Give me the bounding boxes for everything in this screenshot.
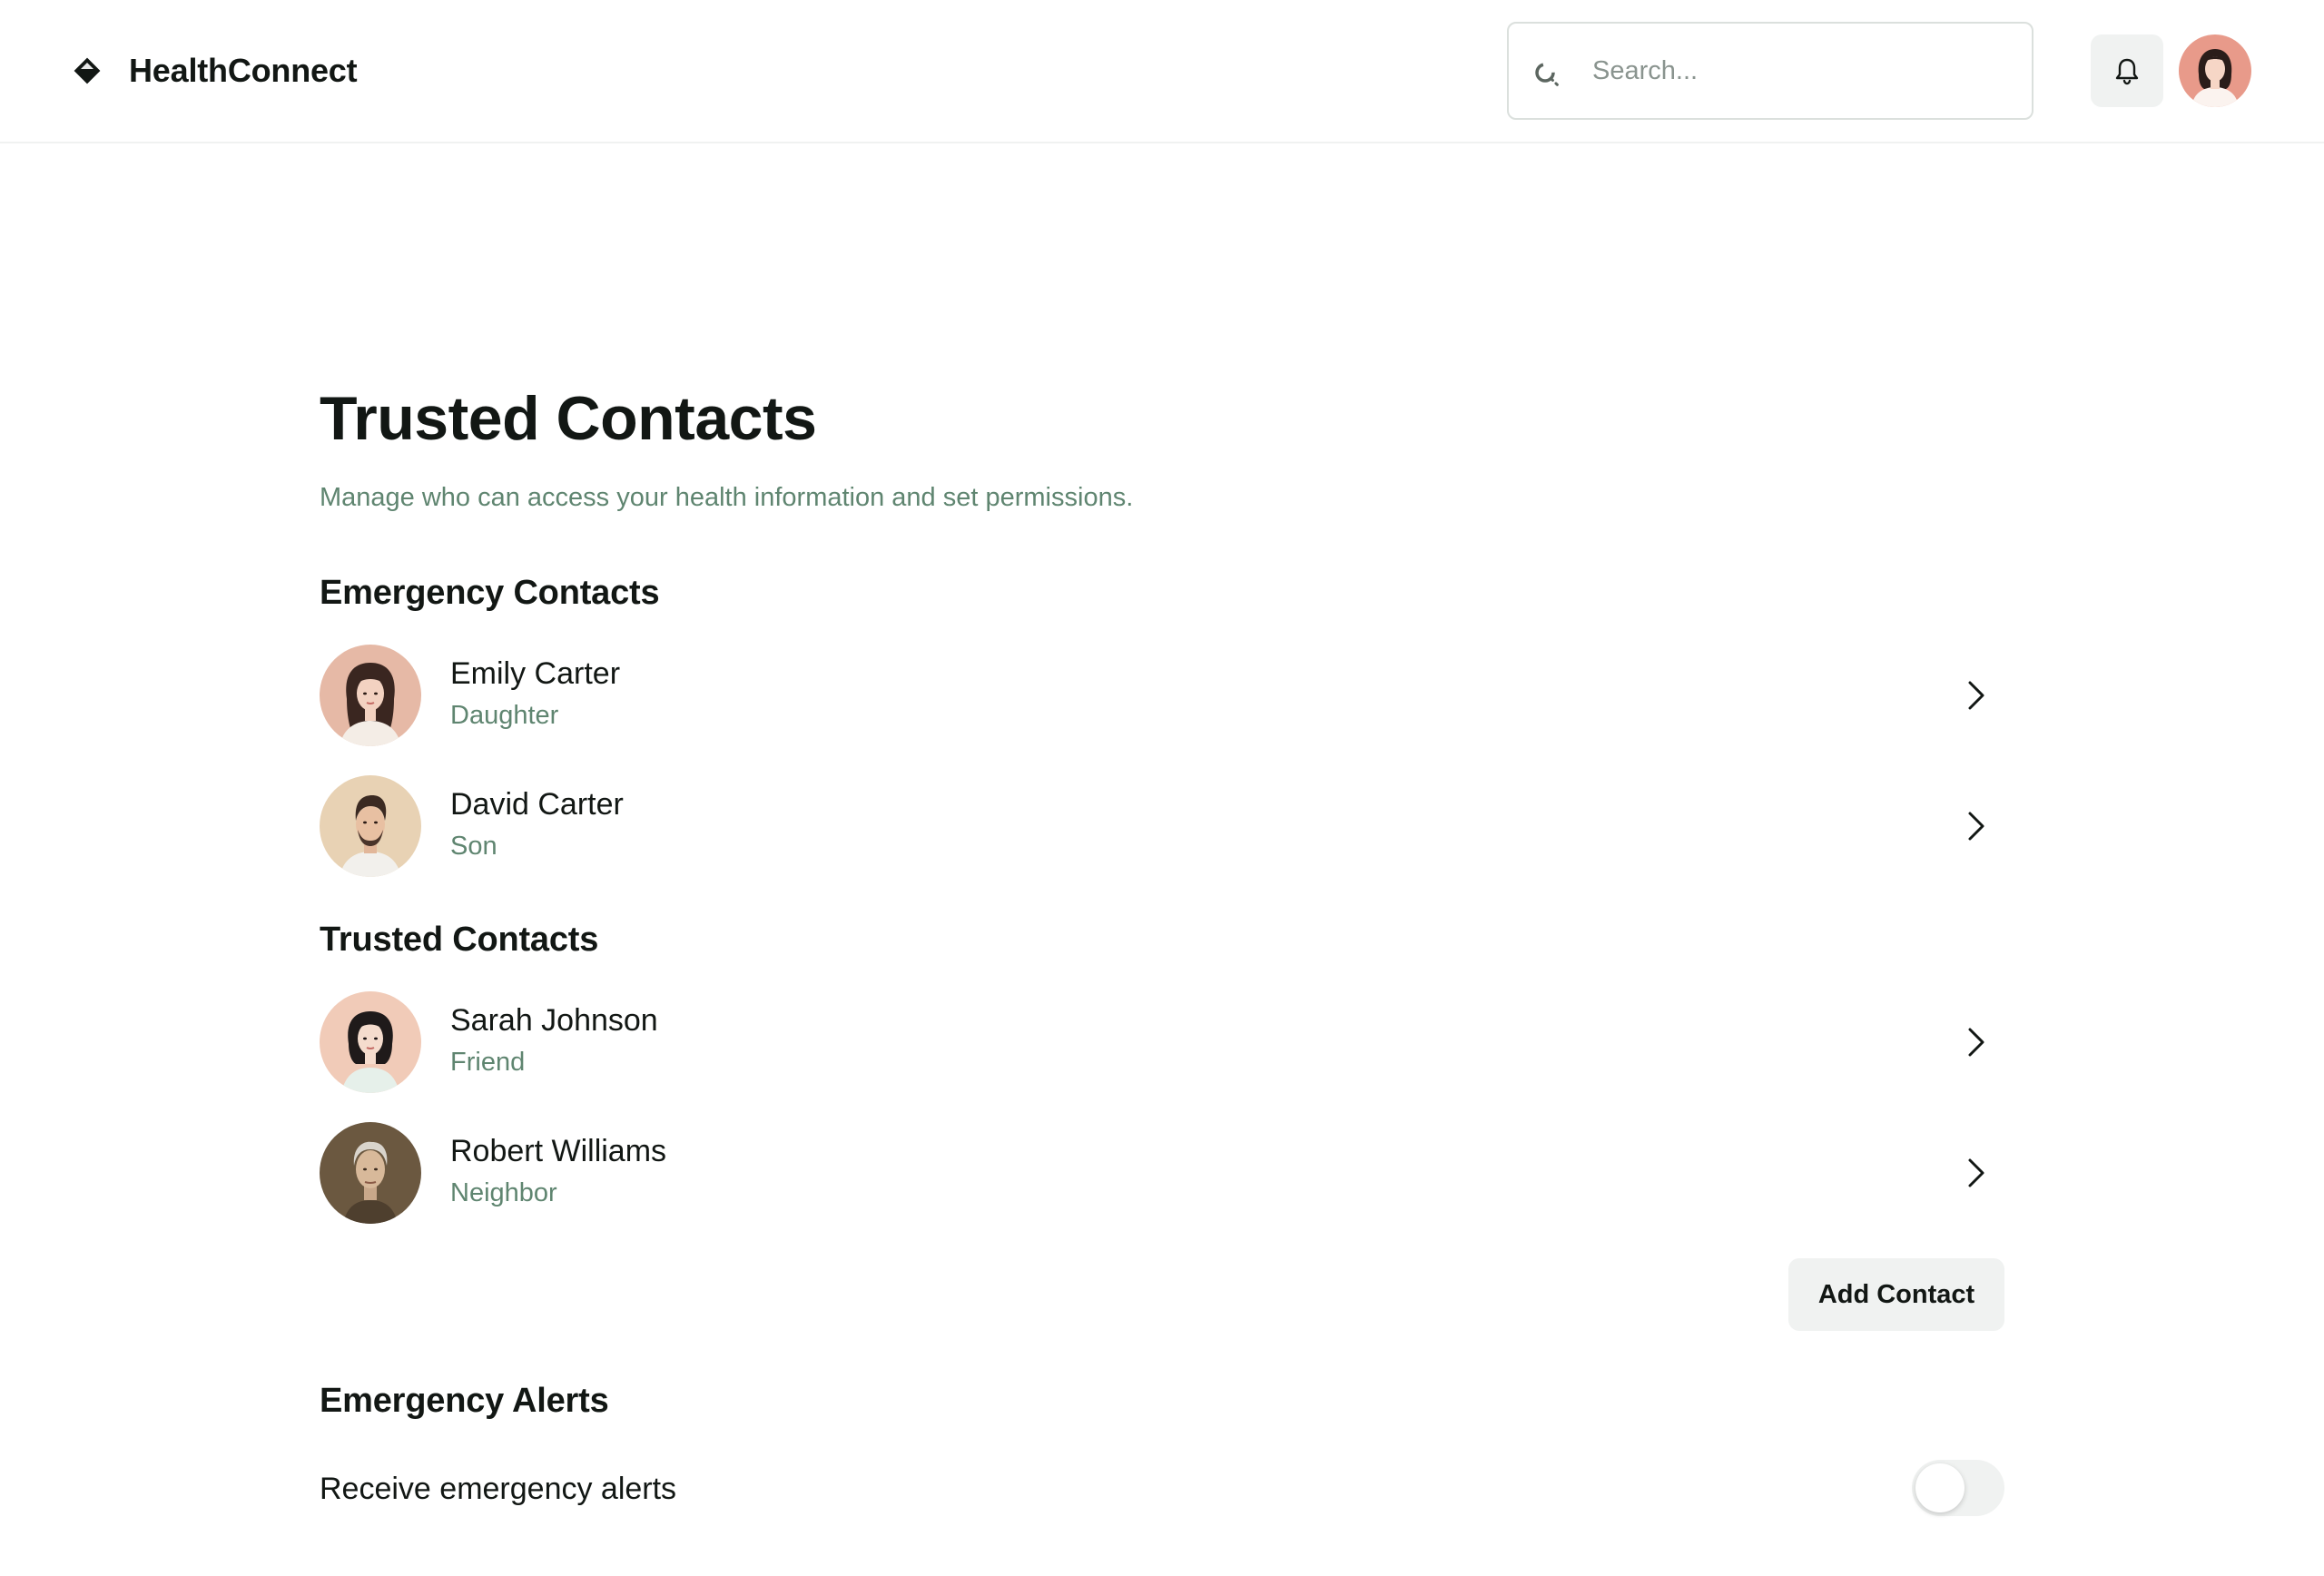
receive-alerts-label: Receive emergency alerts xyxy=(320,1472,677,1506)
contact-avatar xyxy=(320,775,421,877)
contact-name: Robert Williams xyxy=(450,1134,667,1168)
contact-relation: Friend xyxy=(450,1048,526,1077)
contact-row-david-carter[interactable]: David Carter Son xyxy=(320,775,2004,877)
add-contact-button[interactable]: Add Contact xyxy=(1788,1258,2004,1331)
emergency-contacts-heading: Emergency Contacts xyxy=(320,574,660,612)
contact-avatar xyxy=(320,991,421,1093)
brand[interactable]: HealthConnect xyxy=(73,0,358,142)
contact-row-sarah-johnson[interactable]: Sarah Johnson Friend xyxy=(320,991,2004,1093)
contact-name: Emily Carter xyxy=(450,656,621,691)
top-navbar: HealthConnect xyxy=(0,0,2324,143)
page-title: Trusted Contacts xyxy=(320,384,817,453)
emergency-alerts-toggle[interactable] xyxy=(1912,1460,2004,1516)
logo-icon xyxy=(74,57,101,84)
search-icon xyxy=(1535,63,1561,88)
contact-avatar xyxy=(320,645,421,746)
search-box[interactable] xyxy=(1507,22,2034,120)
contact-relation: Daughter xyxy=(450,701,559,730)
emergency-alerts-heading: Emergency Alerts xyxy=(320,1382,609,1420)
user-avatar[interactable] xyxy=(2179,34,2251,107)
contact-relation: Son xyxy=(450,832,497,861)
app-name: HealthConnect xyxy=(129,52,358,89)
chevron-right-icon[interactable] xyxy=(1955,806,1995,846)
notifications-button[interactable] xyxy=(2091,34,2163,107)
contact-row-emily-carter[interactable]: Emily Carter Daughter xyxy=(320,645,2004,746)
search-input[interactable] xyxy=(1592,24,2010,118)
bell-icon xyxy=(2115,58,2139,85)
page-subtitle: Manage who can access your health inform… xyxy=(320,483,1134,512)
chevron-right-icon[interactable] xyxy=(1955,675,1995,715)
contact-name: Sarah Johnson xyxy=(450,1003,658,1038)
contact-relation: Neighbor xyxy=(450,1178,557,1207)
trusted-contacts-heading: Trusted Contacts xyxy=(320,921,599,959)
toggle-knob xyxy=(1915,1463,1965,1512)
contact-avatar xyxy=(320,1122,421,1224)
contact-name: David Carter xyxy=(450,787,624,822)
contact-row-robert-williams[interactable]: Robert Williams Neighbor xyxy=(320,1122,2004,1224)
chevron-right-icon[interactable] xyxy=(1955,1153,1995,1193)
chevron-right-icon[interactable] xyxy=(1955,1022,1995,1062)
avatar-image xyxy=(2179,34,2251,107)
